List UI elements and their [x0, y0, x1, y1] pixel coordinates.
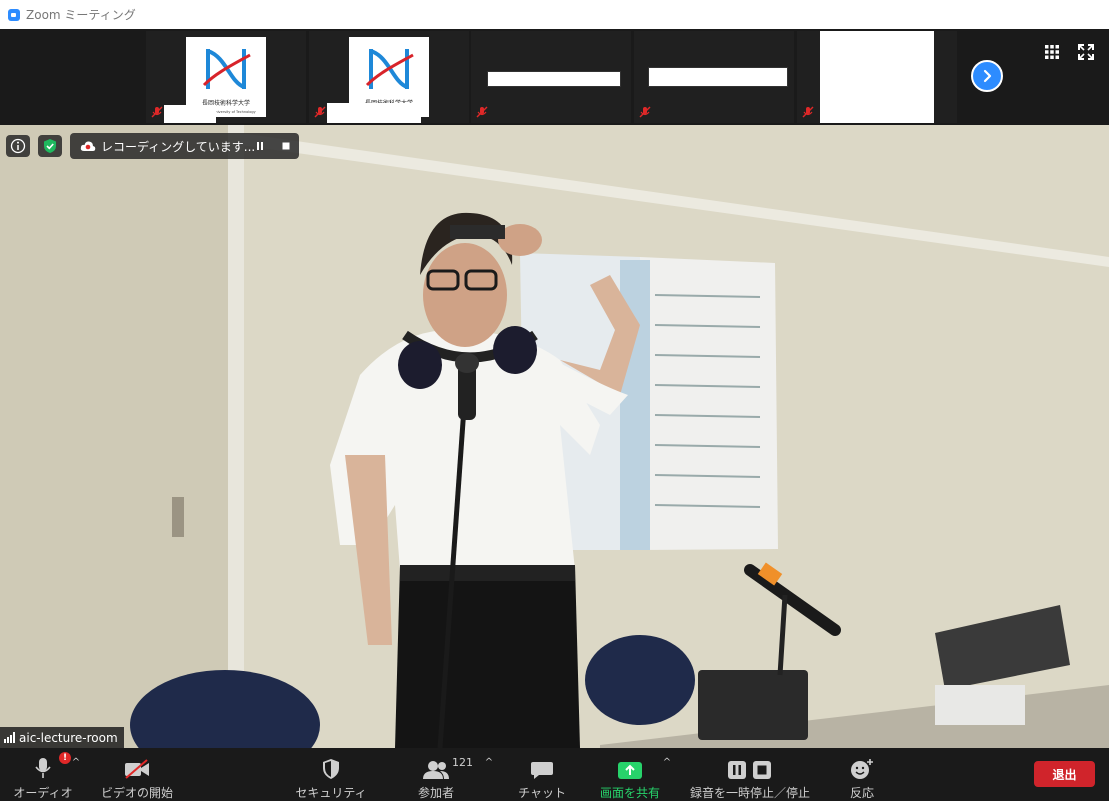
audio-button[interactable]: ! オーディオ: [13, 748, 73, 801]
record-label: 録音を一時停止／停止: [689, 786, 810, 800]
start-video-button[interactable]: ビデオの開始: [101, 748, 174, 801]
participants-icon: [423, 761, 449, 779]
participant-thumbnail[interactable]: [471, 31, 631, 123]
share-options-caret[interactable]: ^: [662, 758, 672, 768]
meeting-toolbar: ! オーディオ ^ ビデオの開始 セキュリティ 参加者 121 ^ チャット 画…: [0, 748, 1109, 801]
pause-stop-recording-button[interactable]: 録音を一時停止／停止: [686, 748, 814, 801]
stop-recording-button[interactable]: [278, 138, 294, 154]
mic-muted-icon: [476, 106, 488, 118]
title-bar: Zoom ミーティング: [0, 0, 1109, 29]
recording-status-text: レコーディングしています...: [101, 139, 256, 154]
audio-options-caret[interactable]: ^: [71, 758, 81, 768]
chat-label: チャット: [518, 786, 566, 800]
chevron-right-icon: [983, 69, 992, 83]
shield-icon: [323, 759, 339, 779]
cloud-record-icon: [80, 141, 96, 151]
shield-check-icon: [44, 139, 56, 153]
signal-strength-icon: [4, 732, 15, 743]
mic-muted-icon: [802, 106, 814, 118]
mic-muted-icon: [314, 106, 326, 118]
participant-thumbnail[interactable]: 長岡技術科学大学 Nagaoka University of Technolog…: [146, 31, 306, 123]
participants-options-caret[interactable]: ^: [484, 758, 494, 768]
mic-muted-icon: [639, 106, 651, 118]
participant-thumbnail[interactable]: [797, 31, 957, 123]
share-screen-button[interactable]: 画面を共有: [596, 748, 664, 801]
encryption-badge[interactable]: [38, 135, 62, 157]
participant-name-redacted: [487, 71, 621, 87]
info-icon: [10, 138, 26, 154]
speaker-video-frame: [0, 125, 1109, 748]
microphone-icon: [35, 758, 51, 778]
pause-icon: [257, 142, 263, 150]
speaker-name: aic-lecture-room: [19, 730, 118, 745]
participants-count: 121: [452, 756, 473, 769]
participant-thumbnail[interactable]: 長岡技術科学大学: [309, 31, 469, 123]
share-screen-icon: [618, 762, 642, 779]
main-video[interactable]: レコーディングしています... aic-lecture-room: [0, 125, 1109, 748]
security-label: セキュリティ: [295, 786, 367, 800]
pause-recording-button[interactable]: [252, 138, 268, 154]
participants-label: 参加者: [417, 786, 454, 800]
zoom-logo-icon: [8, 8, 20, 21]
mic-muted-icon: [151, 106, 163, 118]
next-page-button[interactable]: [971, 60, 1003, 92]
participant-name-redacted: [164, 105, 216, 123]
fullscreen-icon[interactable]: [1078, 44, 1094, 60]
reactions-label: 反応: [849, 786, 874, 800]
participant-name-redacted: [648, 67, 788, 87]
video-off-icon: [125, 759, 149, 779]
participant-video-redacted: [820, 31, 934, 123]
video-label: ビデオの開始: [101, 786, 174, 800]
security-button[interactable]: セキュリティ: [295, 748, 367, 801]
leave-button[interactable]: 退出: [1034, 761, 1095, 787]
stop-icon: [282, 142, 290, 150]
participant-name-redacted: [327, 103, 421, 123]
participant-thumbnail[interactable]: [634, 31, 794, 123]
window-title: Zoom ミーティング: [26, 8, 136, 22]
chat-icon: [531, 762, 553, 779]
reactions-button[interactable]: 反応: [842, 748, 882, 801]
speaker-name-tag: aic-lecture-room: [0, 727, 124, 748]
participant-strip: 長岡技術科学大学 Nagaoka University of Technolog…: [0, 29, 1109, 125]
share-screen-label: 画面を共有: [599, 786, 660, 800]
audio-warning-badge: !: [59, 752, 71, 764]
smiley-plus-icon: [851, 759, 873, 779]
pause-stop-icon: [728, 761, 771, 779]
meeting-info-button[interactable]: [6, 135, 30, 157]
recording-indicator: レコーディングしています...: [70, 133, 299, 159]
chat-button[interactable]: チャット: [518, 748, 566, 801]
gallery-view-icon[interactable]: [1044, 44, 1060, 60]
audio-label: オーディオ: [13, 786, 73, 800]
